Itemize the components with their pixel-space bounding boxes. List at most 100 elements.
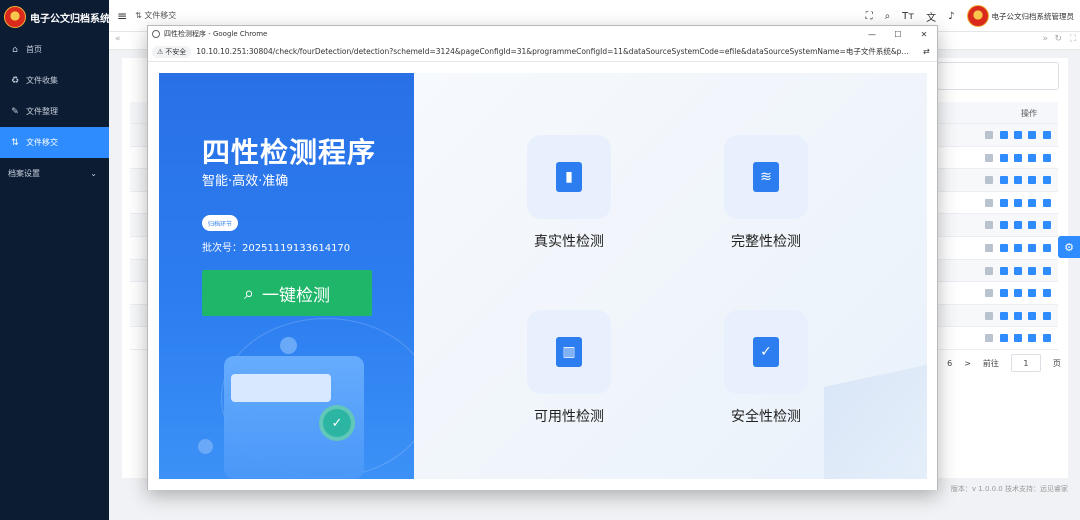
file-icon[interactable] bbox=[1013, 244, 1022, 252]
transfer-icon: ⇅ bbox=[11, 137, 19, 148]
bookmark-icon: ▮ bbox=[556, 162, 582, 192]
file-icon[interactable] bbox=[1013, 198, 1022, 207]
copy-icon[interactable] bbox=[999, 153, 1008, 162]
avatar bbox=[966, 5, 989, 27]
sidebar-item-label: 文件整理 bbox=[26, 107, 58, 116]
sidebar-item-collect[interactable]: ♻ 文件收集 bbox=[0, 65, 109, 96]
search-icon[interactable]: ⌕ bbox=[885, 11, 891, 22]
upload-icon[interactable] bbox=[1028, 311, 1037, 320]
edit-icon[interactable] bbox=[985, 334, 994, 343]
view-icon[interactable] bbox=[1042, 311, 1051, 320]
copy-icon[interactable] bbox=[999, 131, 1008, 139]
check-card-usability[interactable]: ▥ 可用性检测 bbox=[499, 310, 639, 426]
menu-toggle-icon[interactable]: ≡ bbox=[117, 9, 127, 23]
bell-icon[interactable]: ♪ bbox=[948, 11, 954, 22]
edit-icon[interactable] bbox=[985, 153, 994, 162]
file-icon[interactable] bbox=[1013, 153, 1022, 162]
file-icon[interactable] bbox=[1013, 311, 1022, 320]
copy-icon[interactable] bbox=[999, 244, 1008, 252]
upload-icon[interactable] bbox=[1028, 266, 1037, 275]
edit-icon[interactable] bbox=[985, 221, 994, 230]
next-page-icon[interactable]: > bbox=[964, 359, 971, 368]
copy-icon[interactable] bbox=[999, 221, 1008, 230]
edit-icon[interactable] bbox=[985, 289, 994, 298]
check-card-authenticity[interactable]: ▮ 真实性检测 bbox=[499, 135, 639, 251]
sidebar: 电子公文归档系统 ⌂ 首页 ♻ 文件收集 ✎ 文件整理 ⇅ 文件移交 档案设置 … bbox=[0, 0, 110, 520]
file-icon[interactable] bbox=[1013, 266, 1022, 275]
row-actions bbox=[982, 124, 1054, 146]
sidebar-item-organize[interactable]: ✎ 文件整理 bbox=[0, 96, 109, 127]
view-icon[interactable] bbox=[1042, 244, 1051, 252]
upload-icon[interactable] bbox=[1028, 221, 1037, 230]
copy-icon[interactable] bbox=[999, 176, 1008, 185]
view-icon[interactable] bbox=[1042, 289, 1051, 298]
upload-icon[interactable] bbox=[1028, 153, 1037, 162]
one-click-detect-button[interactable]: ⌕ 一键检测 bbox=[202, 270, 372, 316]
close-button[interactable]: ✕ bbox=[911, 26, 937, 42]
file-icon[interactable] bbox=[1013, 131, 1022, 139]
refresh-icon[interactable]: ↻ bbox=[1054, 34, 1062, 44]
shield-icon: ✓ bbox=[319, 405, 355, 441]
view-icon[interactable] bbox=[1042, 198, 1051, 207]
tabs-scroll-right-icon[interactable]: » bbox=[1042, 34, 1048, 44]
search-analytics-icon: ⌕ bbox=[243, 282, 255, 304]
sidebar-item-transfer[interactable]: ⇅ 文件移交 bbox=[0, 127, 109, 158]
ops-column-header: 操作 bbox=[1021, 108, 1037, 118]
page-suffix: 页 bbox=[1052, 358, 1061, 368]
file-icon[interactable] bbox=[1013, 334, 1022, 343]
pagination: 5 6 > 前往 1 页 bbox=[930, 354, 1061, 372]
maximize-button[interactable]: ☐ bbox=[885, 26, 911, 42]
copy-icon[interactable] bbox=[999, 311, 1008, 320]
security-indicator[interactable]: ⚠ 不安全 bbox=[152, 45, 192, 58]
edit-icon[interactable] bbox=[985, 266, 994, 275]
edit-icon[interactable] bbox=[985, 176, 994, 185]
fullscreen-icon[interactable]: ⛶ bbox=[866, 11, 873, 22]
upload-icon[interactable] bbox=[1028, 334, 1037, 343]
user-menu[interactable]: 电子公文归档系统管理员 bbox=[966, 5, 1074, 27]
upload-icon[interactable] bbox=[1028, 176, 1037, 185]
copy-icon[interactable] bbox=[999, 334, 1008, 343]
edit-icon[interactable] bbox=[985, 131, 994, 139]
check-card-security[interactable]: ✓ 安全性检测 bbox=[696, 310, 836, 426]
tabs-scroll-left-icon[interactable]: « bbox=[115, 34, 121, 44]
edit-icon[interactable] bbox=[985, 244, 994, 252]
fullscreen-toggle-icon[interactable]: ⛶ bbox=[1070, 34, 1076, 44]
sidebar-item-label: 文件收集 bbox=[26, 76, 58, 85]
file-icon[interactable] bbox=[1013, 221, 1022, 230]
page-input[interactable]: 1 bbox=[1010, 354, 1041, 372]
view-icon[interactable] bbox=[1042, 266, 1051, 275]
view-icon[interactable] bbox=[1042, 221, 1051, 230]
page-6[interactable]: 6 bbox=[947, 359, 952, 368]
view-icon[interactable] bbox=[1042, 176, 1051, 185]
settings-float-icon[interactable]: ⚙ bbox=[1058, 236, 1080, 258]
file-icon[interactable] bbox=[1013, 176, 1022, 185]
copy-icon[interactable] bbox=[999, 289, 1008, 298]
sidebar-item-home[interactable]: ⌂ 首页 bbox=[0, 34, 109, 65]
upload-icon[interactable] bbox=[1028, 131, 1037, 139]
file-icon[interactable] bbox=[1013, 289, 1022, 298]
copy-icon[interactable] bbox=[999, 198, 1008, 207]
upload-icon[interactable] bbox=[1028, 289, 1037, 298]
bar-chart-icon: ▥ bbox=[556, 337, 582, 367]
edit-icon[interactable] bbox=[985, 311, 994, 320]
edit-icon[interactable] bbox=[985, 198, 994, 207]
translate-page-icon[interactable]: ⇄ bbox=[923, 47, 933, 57]
chevron-down-icon: ⌄ bbox=[90, 169, 97, 178]
view-icon[interactable] bbox=[1042, 153, 1051, 162]
check-label: 完整性检测 bbox=[731, 234, 801, 250]
minimize-button[interactable]: — bbox=[859, 26, 885, 42]
address-bar[interactable]: ⚠ 不安全 10.10.10.251:30804/check/fourDetec… bbox=[148, 42, 937, 62]
check-card-integrity[interactable]: ≋ 完整性检测 bbox=[696, 135, 836, 251]
view-icon[interactable] bbox=[1042, 334, 1051, 343]
sidebar-group-archive-settings[interactable]: 档案设置 ⌄ bbox=[0, 158, 109, 189]
row-actions bbox=[982, 192, 1054, 214]
check-tile: ✓ bbox=[724, 310, 808, 394]
broken-file-icon: ≋ bbox=[753, 162, 779, 192]
translate-icon[interactable]: 文 bbox=[926, 9, 936, 24]
search-input[interactable] bbox=[937, 62, 1059, 90]
upload-icon[interactable] bbox=[1028, 198, 1037, 207]
view-icon[interactable] bbox=[1042, 131, 1051, 139]
font-size-icon[interactable]: Tт bbox=[902, 11, 914, 22]
upload-icon[interactable] bbox=[1028, 244, 1037, 252]
copy-icon[interactable] bbox=[999, 266, 1008, 275]
